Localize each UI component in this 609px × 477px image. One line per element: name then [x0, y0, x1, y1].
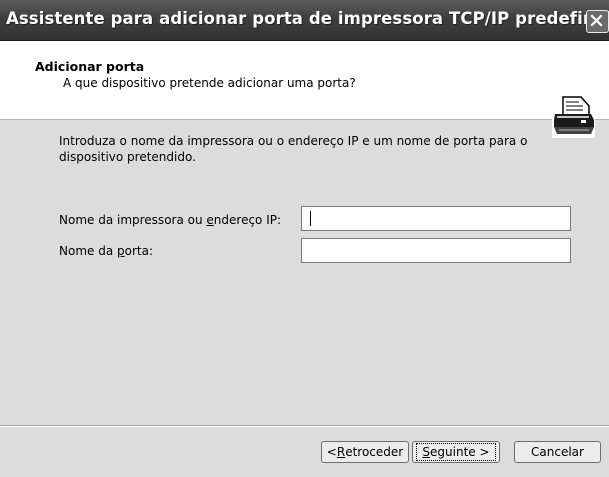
label-text: ndereço IP: [213, 213, 282, 227]
port-name-input[interactable] [301, 238, 571, 263]
label-accel: p [117, 244, 125, 258]
close-button[interactable] [586, 10, 609, 33]
printer-address-input[interactable] [301, 206, 571, 231]
title-bar: Assistente para adicionar porta de impre… [0, 0, 609, 41]
label-text: orta: [124, 244, 154, 258]
wizard-header: Adicionar porta A que dispositivo preten… [0, 41, 609, 138]
port-name-label: Nome da porta: [59, 244, 153, 258]
button-accel: S [422, 445, 431, 459]
next-button-focus: Seguinte > [416, 443, 496, 461]
cancel-button[interactable]: Cancelar [514, 441, 601, 463]
next-button[interactable]: Seguinte > [412, 441, 500, 463]
back-button[interactable]: < Retroceder [321, 441, 409, 463]
label-text: Nome da impressora ou [59, 213, 207, 227]
footer-divider [0, 425, 609, 427]
window-title: Assistente para adicionar porta de impre… [6, 9, 609, 28]
close-icon [590, 14, 603, 27]
button-accel: R [336, 445, 346, 459]
label-accel: e [206, 213, 214, 227]
page-subtitle: A que dispositivo pretende adicionar uma… [63, 76, 356, 90]
button-text: < [326, 445, 337, 459]
button-text: eguinte > [430, 445, 490, 459]
page-title: Adicionar porta [35, 59, 145, 74]
intro-text: Introduza o nome da impressora ou o ende… [59, 134, 528, 164]
label-text: Nome da [59, 244, 117, 258]
button-text: etroceder [345, 445, 404, 459]
printer-address-label: Nome da impressora ou endereço IP: [59, 213, 281, 227]
text-caret [310, 211, 311, 226]
